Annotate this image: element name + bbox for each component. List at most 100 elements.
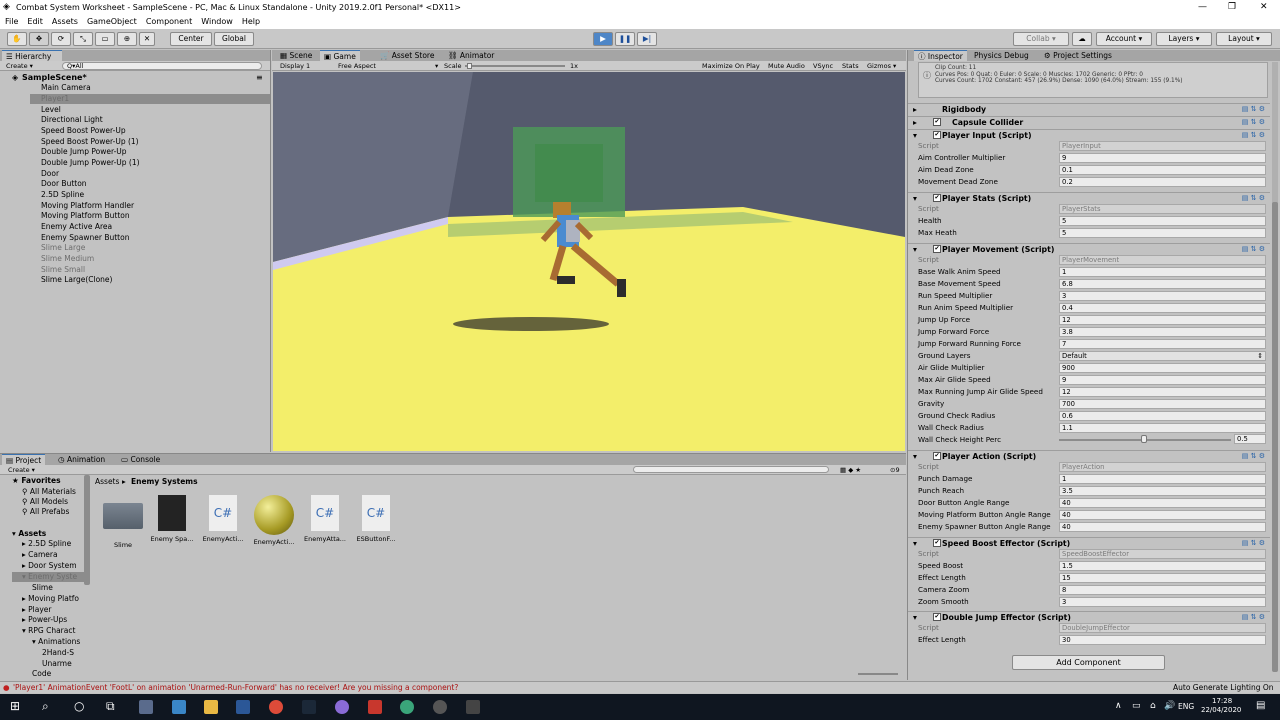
- hierarchy-item[interactable]: Slime Large: [41, 243, 85, 253]
- component-settings-icon[interactable]: ▤ ⇅ ⚙: [1242, 117, 1265, 128]
- component-settings-icon[interactable]: ▤ ⇅ ⚙: [1242, 130, 1265, 141]
- prop-field[interactable]: 40: [1059, 510, 1266, 520]
- component-player-stats[interactable]: ▾ ✔ Player Stats (Script) ▤ ⇅ ⚙: [908, 192, 1270, 203]
- filter-icons[interactable]: ▦ ◆ ★: [840, 465, 861, 475]
- tab-hierarchy[interactable]: ☰ Hierarchy: [2, 50, 62, 61]
- volume-icon[interactable]: 🔊: [1164, 701, 1175, 711]
- prop-field[interactable]: 40: [1059, 522, 1266, 532]
- expand-arrow-icon[interactable]: ▾: [913, 612, 917, 623]
- cortana-icon[interactable]: ○: [74, 699, 84, 713]
- app-icon[interactable]: [368, 700, 382, 714]
- prop-field[interactable]: 1: [1059, 474, 1266, 484]
- tab-console[interactable]: ▭ Console: [117, 454, 164, 465]
- stats-toggle[interactable]: Stats: [842, 61, 859, 71]
- component-player-movement[interactable]: ▾ ✔ Player Movement (Script) ▤ ⇅ ⚙: [908, 243, 1270, 254]
- prop-field[interactable]: 900: [1059, 363, 1266, 373]
- play-button[interactable]: ▶: [593, 32, 613, 46]
- prop-field[interactable]: 12: [1059, 387, 1266, 397]
- asset-zoom-slider[interactable]: [858, 673, 898, 675]
- search-icon[interactable]: ⌕: [42, 699, 49, 714]
- close-button[interactable]: ✕: [1260, 0, 1268, 15]
- breadcrumb-root[interactable]: Assets: [95, 477, 119, 487]
- add-component-button[interactable]: Add Component: [1012, 655, 1165, 670]
- menu-window[interactable]: Window: [201, 15, 233, 29]
- enabled-checkbox[interactable]: ✔: [933, 452, 941, 460]
- menu-edit[interactable]: Edit: [27, 15, 43, 29]
- hierarchy-create-button[interactable]: Create ▾: [6, 61, 33, 71]
- app-icon[interactable]: [139, 700, 153, 714]
- wall-check-value[interactable]: 0.5: [1234, 434, 1266, 444]
- breadcrumb-current[interactable]: Enemy Systems: [131, 477, 198, 487]
- hierarchy-item[interactable]: Slime Medium: [41, 254, 94, 264]
- prop-field[interactable]: 9: [1059, 153, 1266, 163]
- scale-slider[interactable]: [465, 65, 565, 67]
- prop-field[interactable]: 0.1: [1059, 165, 1266, 175]
- prop-field[interactable]: 8: [1059, 585, 1266, 595]
- account-dropdown[interactable]: Account ▾: [1096, 32, 1152, 46]
- expand-arrow-icon[interactable]: ▾: [913, 193, 917, 204]
- enabled-checkbox[interactable]: ✔: [933, 194, 941, 202]
- gizmos-dropdown[interactable]: Gizmos ▾: [867, 61, 896, 71]
- folder-item[interactable]: ▸ Camera: [22, 550, 58, 560]
- tab-inspector[interactable]: ⓘ Inspector: [914, 50, 967, 61]
- asset-item[interactable]: EnemyActi...: [251, 495, 297, 546]
- pivot-center-button[interactable]: Center: [170, 32, 212, 46]
- project-tree-scrollbar[interactable]: [84, 475, 90, 585]
- hierarchy-item[interactable]: Level: [41, 105, 61, 115]
- transform-tool-icon[interactable]: ⊕: [117, 32, 137, 46]
- folder-item[interactable]: Unarme: [42, 659, 72, 669]
- expand-arrow-icon[interactable]: ▾: [913, 538, 917, 549]
- hierarchy-item[interactable]: Main Camera: [41, 83, 91, 93]
- tab-scene[interactable]: ▦ Scene: [276, 50, 316, 61]
- expand-arrow-icon[interactable]: ▸: [913, 117, 917, 128]
- layout-dropdown[interactable]: Layout ▾: [1216, 32, 1272, 46]
- prop-field[interactable]: 0.4: [1059, 303, 1266, 313]
- tab-project-settings[interactable]: ⚙ Project Settings: [1040, 50, 1116, 61]
- prop-field[interactable]: 3: [1059, 291, 1266, 301]
- layers-dropdown[interactable]: Layers ▾: [1156, 32, 1212, 46]
- prop-field[interactable]: 0.6: [1059, 411, 1266, 421]
- file-explorer-icon[interactable]: [204, 700, 218, 714]
- asset-item[interactable]: Enemy Spa...: [149, 495, 195, 543]
- prop-field[interactable]: 9: [1059, 375, 1266, 385]
- expand-arrow-icon[interactable]: ▾: [913, 451, 917, 462]
- folder-item[interactable]: ▸ 2.5D Spline: [22, 539, 71, 549]
- prop-field[interactable]: 3.5: [1059, 486, 1266, 496]
- component-settings-icon[interactable]: ▤ ⇅ ⚙: [1242, 244, 1265, 255]
- game-viewport[interactable]: [273, 72, 905, 451]
- favorite-item[interactable]: ⚲ All Prefabs: [22, 507, 69, 517]
- aspect-dropdown[interactable]: Free Aspect: [338, 61, 376, 71]
- component-settings-icon[interactable]: ▤ ⇅ ⚙: [1242, 538, 1265, 549]
- script-field[interactable]: DoubleJumpEffector: [1059, 623, 1266, 633]
- project-search-input[interactable]: [633, 466, 829, 473]
- word-icon[interactable]: [236, 700, 250, 714]
- prop-field[interactable]: 15: [1059, 573, 1266, 583]
- scale-slider-thumb[interactable]: [467, 63, 472, 69]
- unity-hub-icon[interactable]: [433, 700, 447, 714]
- enabled-checkbox[interactable]: ✔: [933, 245, 941, 253]
- scene-menu-icon[interactable]: ≡: [256, 72, 263, 83]
- prop-field[interactable]: 7: [1059, 339, 1266, 349]
- component-settings-icon[interactable]: ▤ ⇅ ⚙: [1242, 451, 1265, 462]
- prop-field[interactable]: 1: [1059, 267, 1266, 277]
- maximize-button[interactable]: ❐: [1228, 0, 1236, 15]
- tab-game[interactable]: ▣ Game: [320, 50, 360, 61]
- pivot-global-button[interactable]: Global: [214, 32, 254, 46]
- hierarchy-search-input[interactable]: Q▾All: [62, 62, 262, 70]
- prop-field[interactable]: 1.1: [1059, 423, 1266, 433]
- network-icon[interactable]: ⌂: [1150, 701, 1156, 711]
- prop-field[interactable]: 5: [1059, 228, 1266, 238]
- cloud-icon[interactable]: ☁: [1072, 32, 1092, 46]
- script-field[interactable]: PlayerAction: [1059, 462, 1266, 472]
- hierarchy-item[interactable]: Speed Boost Power-Up (1): [41, 137, 139, 147]
- app-icon[interactable]: [335, 700, 349, 714]
- prop-field[interactable]: 5: [1059, 216, 1266, 226]
- menu-help[interactable]: Help: [242, 15, 260, 29]
- menu-component[interactable]: Component: [146, 15, 192, 29]
- hierarchy-item[interactable]: Directional Light: [41, 115, 103, 125]
- prop-field[interactable]: 3.8: [1059, 327, 1266, 337]
- prop-field[interactable]: 12: [1059, 315, 1266, 325]
- steam-icon[interactable]: [302, 700, 316, 714]
- prop-field[interactable]: 700: [1059, 399, 1266, 409]
- hierarchy-item[interactable]: Moving Platform Handler: [41, 201, 134, 211]
